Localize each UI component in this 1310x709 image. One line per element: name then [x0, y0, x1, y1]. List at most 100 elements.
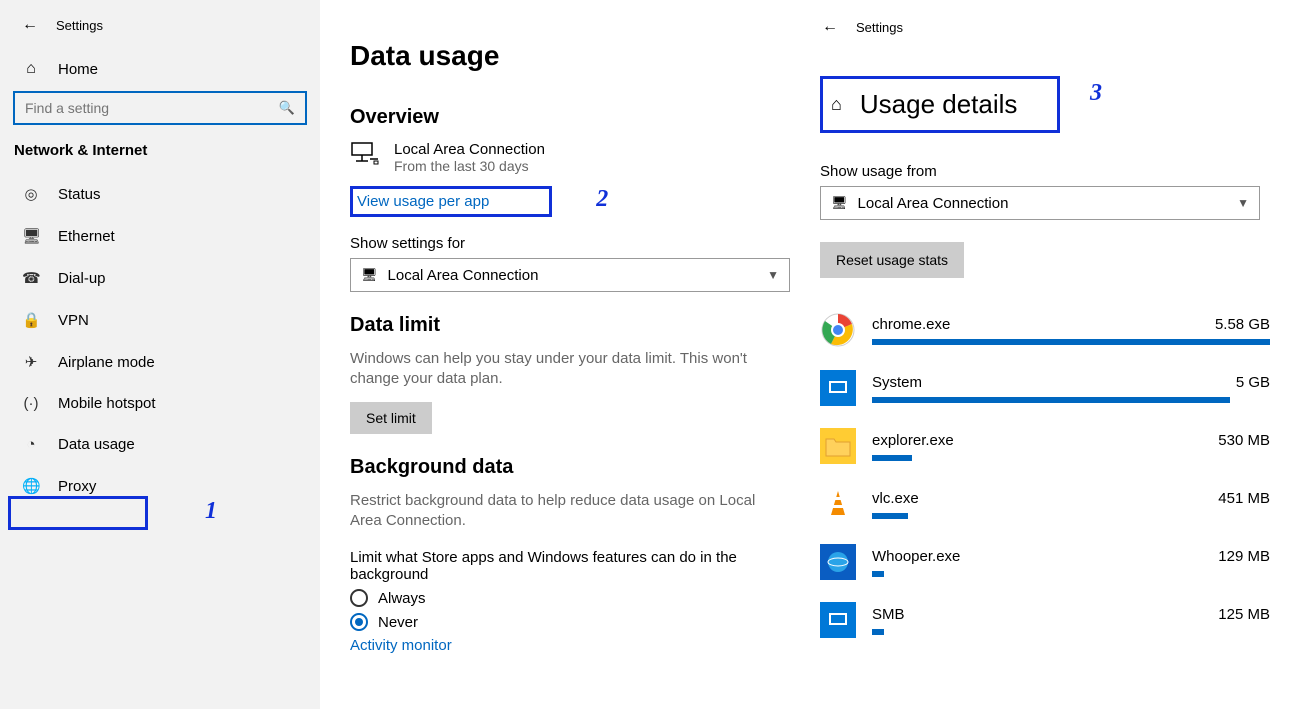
- radio-always[interactable]: Always: [350, 589, 780, 607]
- app-row: chrome.exe 5.58 GB: [820, 312, 1270, 348]
- app-row: Whooper.exe 129 MB: [820, 544, 1270, 580]
- app-name: Whooper.exe: [872, 548, 960, 565]
- sidebar-item-label: Status: [58, 186, 101, 203]
- view-usage-link[interactable]: View usage per app: [357, 193, 489, 210]
- overview-text: Local Area Connection From the last 30 d…: [394, 141, 545, 174]
- back-icon[interactable]: ←: [822, 18, 838, 36]
- app-row: explorer.exe 530 MB: [820, 428, 1270, 464]
- app-row: System5 GB: [820, 370, 1270, 406]
- background-data-desc: Restrict background data to help reduce …: [350, 491, 770, 532]
- settings-select[interactable]: 🖥 Local Area Connection ▼: [350, 258, 790, 292]
- sidebar-item-ethernet[interactable]: 🖥 Ethernet: [0, 215, 320, 257]
- header-title: Settings: [56, 18, 103, 33]
- connection-name: Local Area Connection: [394, 141, 545, 158]
- page-title: Data usage: [350, 40, 780, 72]
- background-data-heading: Background data: [350, 456, 780, 479]
- header-title: Settings: [856, 20, 903, 35]
- search-box[interactable]: 🔍: [14, 92, 306, 124]
- sidebar-item-label: Proxy: [58, 478, 96, 495]
- ethernet-icon: 🖥: [22, 227, 40, 245]
- right-header: ← Settings: [820, 14, 1270, 54]
- sidebar-item-label: Data usage: [58, 436, 135, 453]
- proxy-icon: 🌐: [22, 477, 40, 495]
- app-list: chrome.exe 5.58 GB System5 GB explorer.ex…: [820, 312, 1270, 638]
- radio-icon: [350, 589, 368, 607]
- usage-bar: [872, 629, 884, 635]
- app-size: 129 MB: [1218, 548, 1270, 565]
- app-row: vlc.exe 451 MB: [820, 486, 1270, 522]
- sidebar-item-label: VPN: [58, 312, 89, 329]
- status-icon: ◎: [22, 185, 40, 203]
- app-row: SMB125 MB: [820, 602, 1270, 638]
- background-sub: Limit what Store apps and Windows featur…: [350, 549, 780, 583]
- system-icon: [820, 370, 856, 406]
- right-panel: ← Settings ⌂ Usage details 3 Show usage …: [800, 0, 1310, 709]
- data-limit-desc: Windows can help you stay under your dat…: [350, 349, 770, 390]
- chevron-down-icon: ▼: [767, 268, 779, 282]
- sidebar-item-label: Ethernet: [58, 228, 115, 245]
- sidebar-item-hotspot[interactable]: (·) Mobile hotspot: [0, 383, 320, 424]
- home-button[interactable]: ⌂ Home: [0, 52, 320, 92]
- usage-bar: [872, 397, 1230, 403]
- sidebar-item-label: Airplane mode: [58, 354, 155, 371]
- usage-bar: [872, 571, 884, 577]
- chevron-down-icon: ▼: [1237, 196, 1249, 210]
- home-icon: ⌂: [22, 60, 40, 78]
- chrome-icon: [820, 312, 856, 348]
- usage-bar: [872, 339, 1270, 345]
- sidebar-item-label: Dial-up: [58, 270, 106, 287]
- annotation-3: 3: [1090, 80, 1102, 107]
- sidebar-header: ← Settings: [0, 12, 320, 52]
- ethernet-mini-icon: 🖥: [831, 195, 848, 211]
- radio-icon-selected: [350, 613, 368, 631]
- overview-heading: Overview: [350, 106, 780, 129]
- vlc-icon: [820, 486, 856, 522]
- overview-row: Local Area Connection From the last 30 d…: [350, 141, 780, 174]
- dialup-icon: ☎: [22, 269, 40, 287]
- ethernet-mini-icon: 🖥: [361, 267, 378, 283]
- app-name: chrome.exe: [872, 316, 950, 333]
- sidebar: ← Settings ⌂ Home 🔍 Network & Internet ◎…: [0, 0, 320, 709]
- airplane-icon: ✈: [22, 353, 40, 371]
- whooper-icon: [820, 544, 856, 580]
- app-size: 125 MB: [1218, 606, 1270, 623]
- reset-stats-button[interactable]: Reset usage stats: [820, 242, 964, 278]
- app-size: 5.58 GB: [1215, 316, 1270, 333]
- sidebar-item-vpn[interactable]: 🔒 VPN: [0, 299, 320, 341]
- hotspot-icon: (·): [22, 395, 40, 412]
- app-size: 5 GB: [1236, 374, 1270, 391]
- usage-select[interactable]: 🖥 Local Area Connection ▼: [820, 186, 1260, 220]
- explorer-icon: [820, 428, 856, 464]
- back-icon[interactable]: ←: [22, 16, 38, 34]
- app-name: vlc.exe: [872, 490, 919, 507]
- connection-icon: [350, 141, 380, 165]
- vpn-icon: 🔒: [22, 311, 40, 329]
- app-size: 451 MB: [1218, 490, 1270, 507]
- sidebar-item-datausage[interactable]: ◔ Data usage: [0, 424, 320, 465]
- annotation-box-1: [8, 496, 148, 530]
- usage-bar: [872, 455, 912, 461]
- annotation-box-2: View usage per app: [350, 186, 552, 217]
- app-name: explorer.exe: [872, 432, 954, 449]
- show-usage-label: Show usage from: [820, 163, 1270, 180]
- sidebar-item-airplane[interactable]: ✈ Airplane mode: [0, 341, 320, 383]
- select-value: Local Area Connection: [858, 195, 1009, 212]
- show-settings-label: Show settings for: [350, 235, 780, 252]
- set-limit-button[interactable]: Set limit: [350, 402, 432, 434]
- usage-bar: [872, 513, 908, 519]
- app-size: 530 MB: [1218, 432, 1270, 449]
- datausage-icon: ◔: [22, 436, 40, 453]
- search-icon: 🔍: [269, 100, 305, 116]
- radio-label: Never: [378, 614, 418, 631]
- sidebar-item-status[interactable]: ◎ Status: [0, 173, 320, 215]
- category-title: Network & Internet: [0, 142, 320, 173]
- connection-sub: From the last 30 days: [394, 158, 545, 174]
- annotation-1: 1: [205, 498, 217, 525]
- annotation-2: 2: [596, 186, 608, 212]
- activity-monitor-link[interactable]: Activity monitor: [350, 637, 780, 654]
- search-input[interactable]: [15, 100, 269, 116]
- radio-never[interactable]: Never: [350, 613, 780, 631]
- home-label: Home: [58, 61, 98, 78]
- sidebar-item-dialup[interactable]: ☎ Dial-up: [0, 257, 320, 299]
- radio-label: Always: [378, 590, 426, 607]
